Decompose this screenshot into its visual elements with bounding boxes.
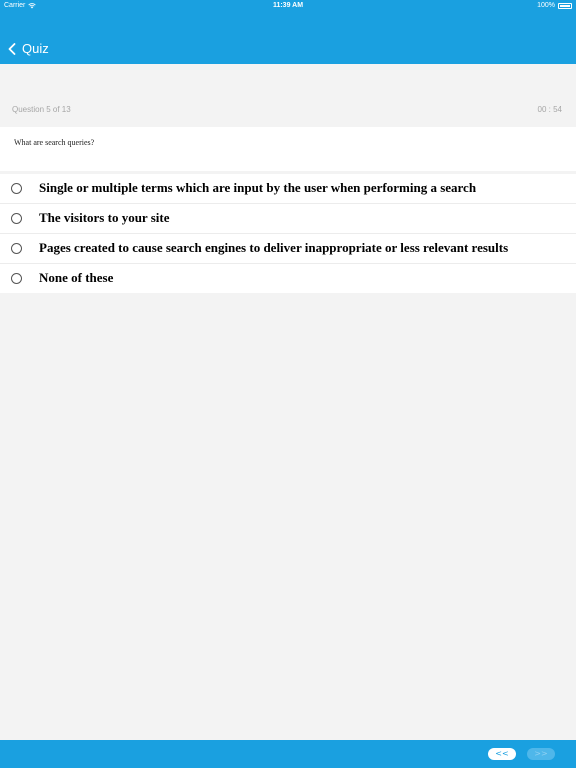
radio-button[interactable]	[11, 273, 22, 284]
answer-option-label: Single or multiple terms which are input…	[39, 180, 477, 195]
answer-option-1[interactable]: Single or multiple terms which are input…	[0, 174, 576, 204]
question-meta: Question 5 of 13 00 : 54	[0, 100, 576, 120]
radio-button[interactable]	[11, 243, 22, 254]
answer-option-3[interactable]: Pages created to cause search engines to…	[0, 234, 576, 264]
answer-option-label: None of these	[39, 270, 114, 285]
chevron-left-icon	[8, 42, 16, 55]
battery-icon	[558, 2, 572, 9]
bottom-bar: << >>	[0, 740, 576, 768]
question-timer: 00 : 54	[537, 105, 562, 114]
nav-title: Quiz	[22, 41, 49, 56]
question-counter: Question 5 of 13	[12, 105, 71, 114]
battery-percent: 100%	[537, 2, 555, 9]
answer-option-2[interactable]: The visitors to your site	[0, 204, 576, 234]
answer-option-4[interactable]: None of these	[0, 264, 576, 293]
question-text: What are search queries?	[14, 138, 95, 147]
radio-button[interactable]	[11, 183, 22, 194]
status-time: 11:39 AM	[272, 2, 304, 9]
top-bar: Carrier 11:39 AM 100% Quiz	[0, 0, 576, 64]
status-right: 100%	[537, 2, 572, 9]
answer-option-label: Pages created to cause search engines to…	[39, 240, 509, 255]
answer-option-label: The visitors to your site	[39, 210, 170, 225]
question-card: What are search queries?	[0, 127, 576, 171]
radio-button[interactable]	[11, 213, 22, 224]
battery-fill	[560, 4, 570, 7]
answer-options: Single or multiple terms which are input…	[0, 174, 576, 293]
next-question-button[interactable]: >>	[527, 748, 555, 760]
previous-question-button[interactable]: <<	[488, 748, 516, 760]
back-button[interactable]: Quiz	[8, 41, 49, 56]
